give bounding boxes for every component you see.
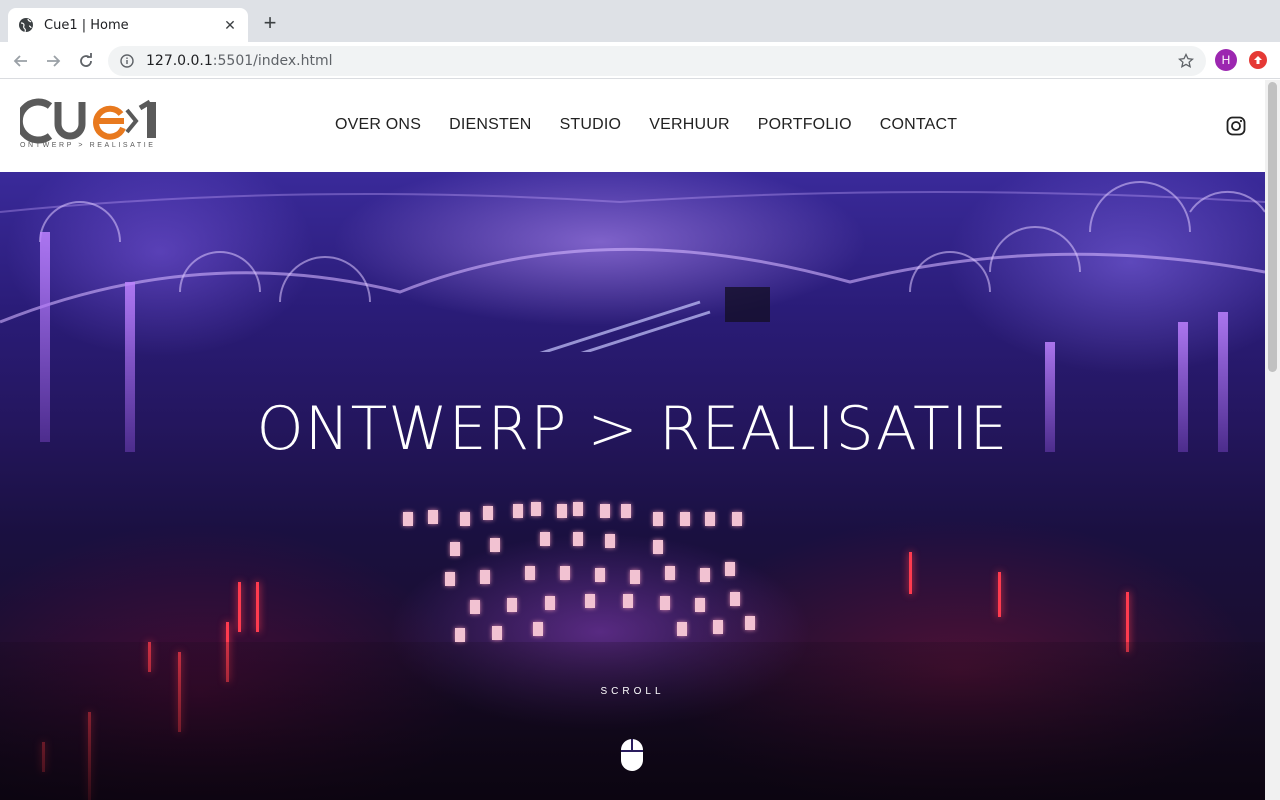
stage-screen (470, 600, 480, 614)
stage-screen (545, 596, 555, 610)
stage-screen (455, 628, 465, 642)
stage-screen (450, 542, 460, 556)
extension-icon[interactable] (1249, 51, 1267, 69)
nav-studio[interactable]: STUDIO (560, 116, 622, 134)
stage-screen (490, 538, 500, 552)
browser-toolbar: 127.0.0.1:5501/index.html (0, 42, 1280, 79)
hero-title: ONTWERP > REALISATIE (256, 394, 1009, 464)
scrollbar-thumb[interactable] (1268, 82, 1277, 372)
browser-tab[interactable]: Cue1 | Home ✕ (8, 8, 248, 42)
red-light (998, 572, 1001, 617)
stage-screen (623, 594, 633, 608)
stage-screen (725, 562, 735, 576)
back-icon[interactable] (8, 48, 34, 74)
stage-screen (557, 504, 567, 518)
hero-background-art (0, 181, 1265, 352)
stage-screen (665, 566, 675, 580)
star-icon[interactable] (1177, 52, 1195, 69)
page-scrollbar[interactable] (1265, 80, 1280, 800)
close-icon[interactable]: ✕ (222, 17, 238, 34)
stage-screen (585, 594, 595, 608)
info-icon[interactable] (120, 54, 134, 68)
tab-title: Cue1 | Home (44, 17, 129, 33)
red-light (256, 582, 259, 632)
nav-verhuur[interactable]: VERHUUR (649, 116, 730, 134)
scroll-label: SCROLL (600, 686, 665, 697)
url-text: 127.0.0.1:5501/index.html (146, 53, 333, 69)
stage-screen (660, 596, 670, 610)
stage-screen (483, 506, 493, 520)
stage-screen (680, 512, 690, 526)
stage-screen (428, 510, 438, 524)
browser-tab-bar: Cue1 | Home ✕ + (0, 0, 1280, 42)
stage-screen (540, 532, 550, 546)
stage-screen (507, 598, 517, 612)
stage-screen (695, 598, 705, 612)
stage-screens (395, 502, 755, 652)
red-light (909, 552, 912, 594)
stage-screen (730, 592, 740, 606)
stage-screen (653, 512, 663, 526)
page-viewport: ONTWERP > REALISATIE OVER ONS DIENSTEN S… (0, 80, 1265, 800)
logo-tagline: ONTWERP > REALISATIE (20, 142, 156, 149)
stage-screen (525, 566, 535, 580)
stage-screen (531, 502, 541, 516)
nav-portfolio[interactable]: PORTFOLIO (758, 116, 852, 134)
stage-screen (677, 622, 687, 636)
stage-screen (445, 572, 455, 586)
stage-screen (653, 540, 663, 554)
stage-screen (573, 502, 583, 516)
nav-diensten[interactable]: DIENSTEN (449, 116, 532, 134)
profile-avatar[interactable]: H (1215, 49, 1237, 71)
stage-screen (533, 622, 543, 636)
stage-screen (745, 616, 755, 630)
stage-screen (630, 570, 640, 584)
stage-screen (700, 568, 710, 582)
forward-icon[interactable] (40, 48, 66, 74)
instagram-icon[interactable] (1226, 116, 1246, 136)
address-bar[interactable]: 127.0.0.1:5501/index.html (108, 46, 1206, 76)
plus-icon[interactable]: + (258, 12, 282, 36)
nav-contact[interactable]: CONTACT (880, 116, 958, 134)
stage-screen (600, 504, 610, 518)
stage-screen (621, 504, 631, 518)
url-path: :5501/index.html (212, 53, 333, 69)
stage-screen (605, 534, 615, 548)
stage-screen (595, 568, 605, 582)
stage-screen (492, 626, 502, 640)
globe-icon (18, 17, 34, 33)
stage-screen (513, 504, 523, 518)
site-logo[interactable]: ONTWERP > REALISATIE (15, 98, 162, 152)
stage-screen (573, 532, 583, 546)
url-host: 127.0.0.1 (146, 53, 213, 69)
hero-section: ONTWERP > REALISATIE SCROLL (0, 172, 1265, 800)
site-header: ONTWERP > REALISATIE OVER ONS DIENSTEN S… (0, 80, 1265, 172)
stage-screen (403, 512, 413, 526)
stage-screen (705, 512, 715, 526)
reload-icon[interactable] (73, 48, 99, 74)
stage-screen (460, 512, 470, 526)
main-nav: OVER ONS DIENSTEN STUDIO VERHUUR PORTFOL… (335, 116, 957, 134)
stage-screen (560, 566, 570, 580)
red-light (238, 582, 241, 632)
audience-shadow (0, 642, 1265, 800)
nav-over-ons[interactable]: OVER ONS (335, 116, 421, 134)
mouse-icon[interactable] (620, 738, 644, 772)
stage-screen (713, 620, 723, 634)
stage-screen (480, 570, 490, 584)
stage-screen (732, 512, 742, 526)
